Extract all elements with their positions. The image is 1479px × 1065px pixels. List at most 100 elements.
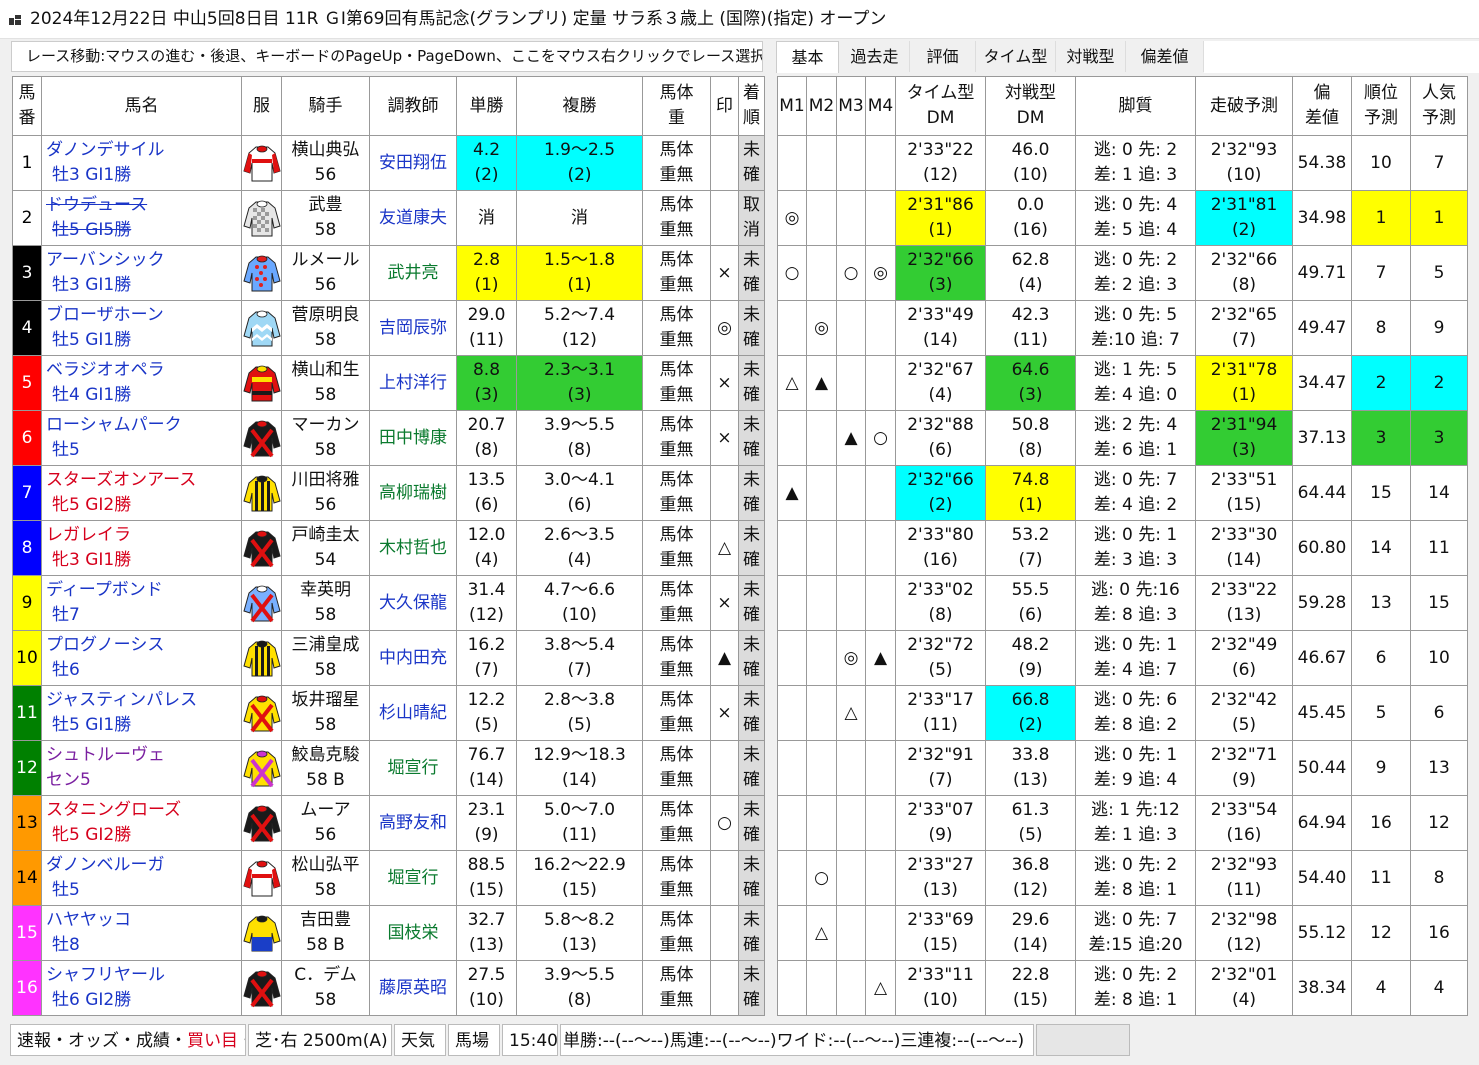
jockey-cell[interactable]: 武豊 58 xyxy=(281,190,370,246)
trainer[interactable]: 木村哲也 xyxy=(369,520,457,576)
table-row[interactable]: ◎ 2'33"49 (14) 42.3 (11) 逃: 0 先: 5 差:10 追: 7 2'… xyxy=(777,300,1468,356)
header-silks[interactable]: 服 xyxy=(241,76,282,136)
table-row[interactable]: 10 プログノーシス 牡6 三浦皇成 58 中内田充 16.2 (7) 3.8～5.4 (7) 馬体… xyxy=(12,630,765,686)
horse-name[interactable]: シュトルーヴェ xyxy=(46,743,241,768)
header-time-prediction[interactable]: 走破予測 xyxy=(1195,76,1293,136)
horse-name[interactable]: レガレイラ xyxy=(46,523,241,548)
jockey-cell[interactable]: 松山弘平 58 xyxy=(281,850,370,906)
table-row[interactable]: 2'32"91 (7) 33.8 (13) 逃: 0 先: 1 差: 9 追: 4 2'32… xyxy=(777,740,1468,796)
horse-name-cell[interactable]: ドウデュース 牡5 GⅠ5勝 xyxy=(41,190,242,246)
header-horse-name[interactable]: 馬名 xyxy=(41,76,242,136)
tab-evaluation[interactable]: 評価 xyxy=(910,41,976,72)
trainer[interactable]: 上村洋行 xyxy=(369,355,457,411)
prediction-mark[interactable] xyxy=(710,190,739,246)
header-m4[interactable]: M4 xyxy=(865,76,896,136)
prediction-mark[interactable] xyxy=(710,960,739,1016)
jockey-cell[interactable]: 坂井瑠星 58 xyxy=(281,685,370,741)
table-row[interactable]: 5 ベラジオオペラ 牡4 GⅠ1勝 横山和生 58 上村洋行 8.8 (3) 2.3～3.1 (3… xyxy=(12,355,765,411)
table-row[interactable]: △ 2'33"17 (11) 66.8 (2) 逃: 0 先: 6 差: 8 追: 2 2'3… xyxy=(777,685,1468,741)
jockey-cell[interactable]: ムーア 56 xyxy=(281,795,370,851)
horse-name-cell[interactable]: プログノーシス 牡6 xyxy=(41,630,242,686)
prediction-mark[interactable] xyxy=(710,905,739,961)
table-row[interactable]: ▲ 2'32"66 (2) 74.8 (1) 逃: 0 先: 7 差: 4 追: 2 2'33… xyxy=(777,465,1468,521)
horse-name[interactable]: ダノンデサイル xyxy=(46,138,241,163)
jockey-cell[interactable]: 横山和生 58 xyxy=(281,355,370,411)
table-row[interactable]: 2'33"80 (16) 53.2 (7) 逃: 0 先: 1 差: 3 追: 3 2'33… xyxy=(777,520,1468,576)
table-row[interactable]: ◎ ▲ 2'32"72 (5) 48.2 (9) 逃: 0 先: 1 差: 4 追: 7 2'3… xyxy=(777,630,1468,686)
tab-time-type[interactable]: タイム型 xyxy=(976,41,1056,72)
table-row[interactable]: 8 レガレイラ 牝3 GⅠ1勝 戸崎圭太 54 木村哲也 12.0 (4) 2.6～3.5 (4)… xyxy=(12,520,765,576)
header-running-style[interactable]: 脚質 xyxy=(1075,76,1196,136)
header-m3[interactable]: M3 xyxy=(836,76,866,136)
prediction-mark[interactable]: ○ xyxy=(710,795,739,851)
jockey-cell[interactable]: C．デム 58 xyxy=(281,960,370,1016)
prediction-mark[interactable] xyxy=(710,465,739,521)
link-odds[interactable]: オッズ xyxy=(68,1031,119,1051)
table-row[interactable]: 14 ダノンベルーガ 牡5 松山弘平 58 堀宣行 88.5 (15) 16.2～22.9 (15… xyxy=(12,850,765,906)
trainer[interactable]: 国枝栄 xyxy=(369,905,457,961)
horse-name-cell[interactable]: アーバンシック 牡3 GⅠ1勝 xyxy=(41,245,242,301)
header-trainer[interactable]: 調教師 xyxy=(369,76,457,136)
header-match-dm[interactable]: 対戦型 DM xyxy=(985,76,1076,136)
table-row[interactable]: 4 ブローザホーン 牡5 GⅠ1勝 菅原明良 58 吉岡辰弥 29.0 (11) 5.2～7.4… xyxy=(12,300,765,356)
table-row[interactable]: 2'33"22 (12) 46.0 (10) 逃: 0 先: 2 差: 1 追: 3 2'3… xyxy=(777,135,1468,191)
prediction-mark[interactable] xyxy=(710,135,739,191)
table-row[interactable]: 15 ハヤヤッコ 牡8 吉田豊 58 B 国枝栄 32.7 (13) 5.8～8.2 (13) 馬体… xyxy=(12,905,765,961)
table-row[interactable]: ○ ○ ◎ 2'32"66 (3) 62.8 (4) 逃: 0 先: 2 差: 2 追: 3 2'… xyxy=(777,245,1468,301)
horse-name[interactable]: ジャスティンパレス xyxy=(46,688,241,713)
table-row[interactable]: 2 ドウデュース 牡5 GⅠ5勝 武豊 58 友道康夫消消馬体 重無取消 xyxy=(12,190,765,246)
trainer[interactable]: 高野友和 xyxy=(369,795,457,851)
header-place-odds[interactable]: 複勝 xyxy=(516,76,643,136)
horse-name-cell[interactable]: ベラジオオペラ 牡4 GⅠ1勝 xyxy=(41,355,242,411)
horse-name[interactable]: ドウデュース xyxy=(46,193,241,218)
horse-name[interactable]: ローシャムパーク xyxy=(46,413,241,438)
horse-name-cell[interactable]: レガレイラ 牝3 GⅠ1勝 xyxy=(41,520,242,576)
table-row[interactable]: 12 シュトルーヴェ セン5 鮫島克駿 58 B 堀宣行 76.7 (14) 12.9～18.3… xyxy=(12,740,765,796)
horse-name[interactable]: ダノンベルーガ xyxy=(46,853,241,878)
jockey-cell[interactable]: 横山典弘 56 xyxy=(281,135,370,191)
horse-name-cell[interactable]: ハヤヤッコ 牡8 xyxy=(41,905,242,961)
jockey-cell[interactable]: マーカン 58 xyxy=(281,410,370,466)
table-row[interactable]: 1 ダノンデサイル 牡3 GⅠ1勝 横山典弘 56 安田翔伍 4.2 (2) 1.9～2.5 (2… xyxy=(12,135,765,191)
horse-name[interactable]: プログノーシス xyxy=(46,633,241,658)
table-row[interactable]: △ 2'33"69 (15) 29.6 (14) 逃: 0 先: 7 差:15 追:20 2'… xyxy=(777,905,1468,961)
horse-name-cell[interactable]: ディープボンド 牡7 xyxy=(41,575,242,631)
jockey-cell[interactable]: 吉田豊 58 B xyxy=(281,905,370,961)
trainer[interactable]: 堀宣行 xyxy=(369,850,457,906)
trainer[interactable]: 杉山晴紀 xyxy=(369,685,457,741)
jockey-cell[interactable]: 川田将雅 56 xyxy=(281,465,370,521)
horse-name[interactable]: シャフリヤール xyxy=(46,963,241,988)
jockey-cell[interactable]: ルメール 56 xyxy=(281,245,370,301)
tab-basic[interactable]: 基本 xyxy=(776,41,839,73)
header-popularity-prediction[interactable]: 人気 予測 xyxy=(1410,76,1468,136)
horse-name[interactable]: ディープボンド xyxy=(46,578,241,603)
prediction-mark[interactable]: × xyxy=(710,245,739,301)
trainer[interactable]: 田中博康 xyxy=(369,410,457,466)
table-row[interactable]: 16 シャフリヤール 牡6 GⅠ2勝 C．デム 58 藤原英昭 27.5 (10) 3.9～5.… xyxy=(12,960,765,1016)
header-m2[interactable]: M2 xyxy=(806,76,837,136)
horse-name[interactable]: スターズオンアース xyxy=(46,468,241,493)
table-row[interactable]: 11 ジャスティンパレス 牡5 GⅠ1勝 坂井瑠星 58 杉山晴紀 12.2 (5) 2.8～3… xyxy=(12,685,765,741)
prediction-mark[interactable]: △ xyxy=(710,520,739,576)
trainer[interactable]: 中内田充 xyxy=(369,630,457,686)
prediction-mark[interactable]: × xyxy=(710,410,739,466)
horse-name-cell[interactable]: シュトルーヴェ セン5 xyxy=(41,740,242,796)
horse-name-cell[interactable]: シャフリヤール 牡6 GⅠ2勝 xyxy=(41,960,242,1016)
trainer[interactable]: 友道康夫 xyxy=(369,190,457,246)
trainer[interactable]: 大久保龍 xyxy=(369,575,457,631)
tab-past-races[interactable]: 過去走 xyxy=(840,41,910,72)
tab-match-type[interactable]: 対戦型 xyxy=(1056,41,1126,72)
horse-name-cell[interactable]: スタニングローズ 牝5 GⅠ2勝 xyxy=(41,795,242,851)
trainer[interactable]: 武井亮 xyxy=(369,245,457,301)
horse-name-cell[interactable]: スターズオンアース 牝5 GⅠ2勝 xyxy=(41,465,242,521)
table-row[interactable]: 2'33"07 (9) 61.3 (5) 逃: 1 先:12 差: 1 追: 3 2'33"… xyxy=(777,795,1468,851)
table-row[interactable]: 7 スターズオンアース 牝5 GⅠ2勝 川田将雅 56 高柳瑞樹 13.5 (6) 3.0～4.… xyxy=(12,465,765,521)
header-body-weight[interactable]: 馬体重 xyxy=(642,76,711,136)
table-row[interactable]: 2'33"02 (8) 55.5 (6) 逃: 0 先:16 差: 8 追: 3 2'33"… xyxy=(777,575,1468,631)
prediction-mark[interactable]: ◎ xyxy=(710,300,739,356)
trainer[interactable]: 安田翔伍 xyxy=(369,135,457,191)
horse-name-cell[interactable]: ジャスティンパレス 牡5 GⅠ1勝 xyxy=(41,685,242,741)
jockey-cell[interactable]: 三浦皇成 58 xyxy=(281,630,370,686)
header-mark[interactable]: 印 xyxy=(710,76,739,136)
horse-name[interactable]: ハヤヤッコ xyxy=(46,908,241,933)
